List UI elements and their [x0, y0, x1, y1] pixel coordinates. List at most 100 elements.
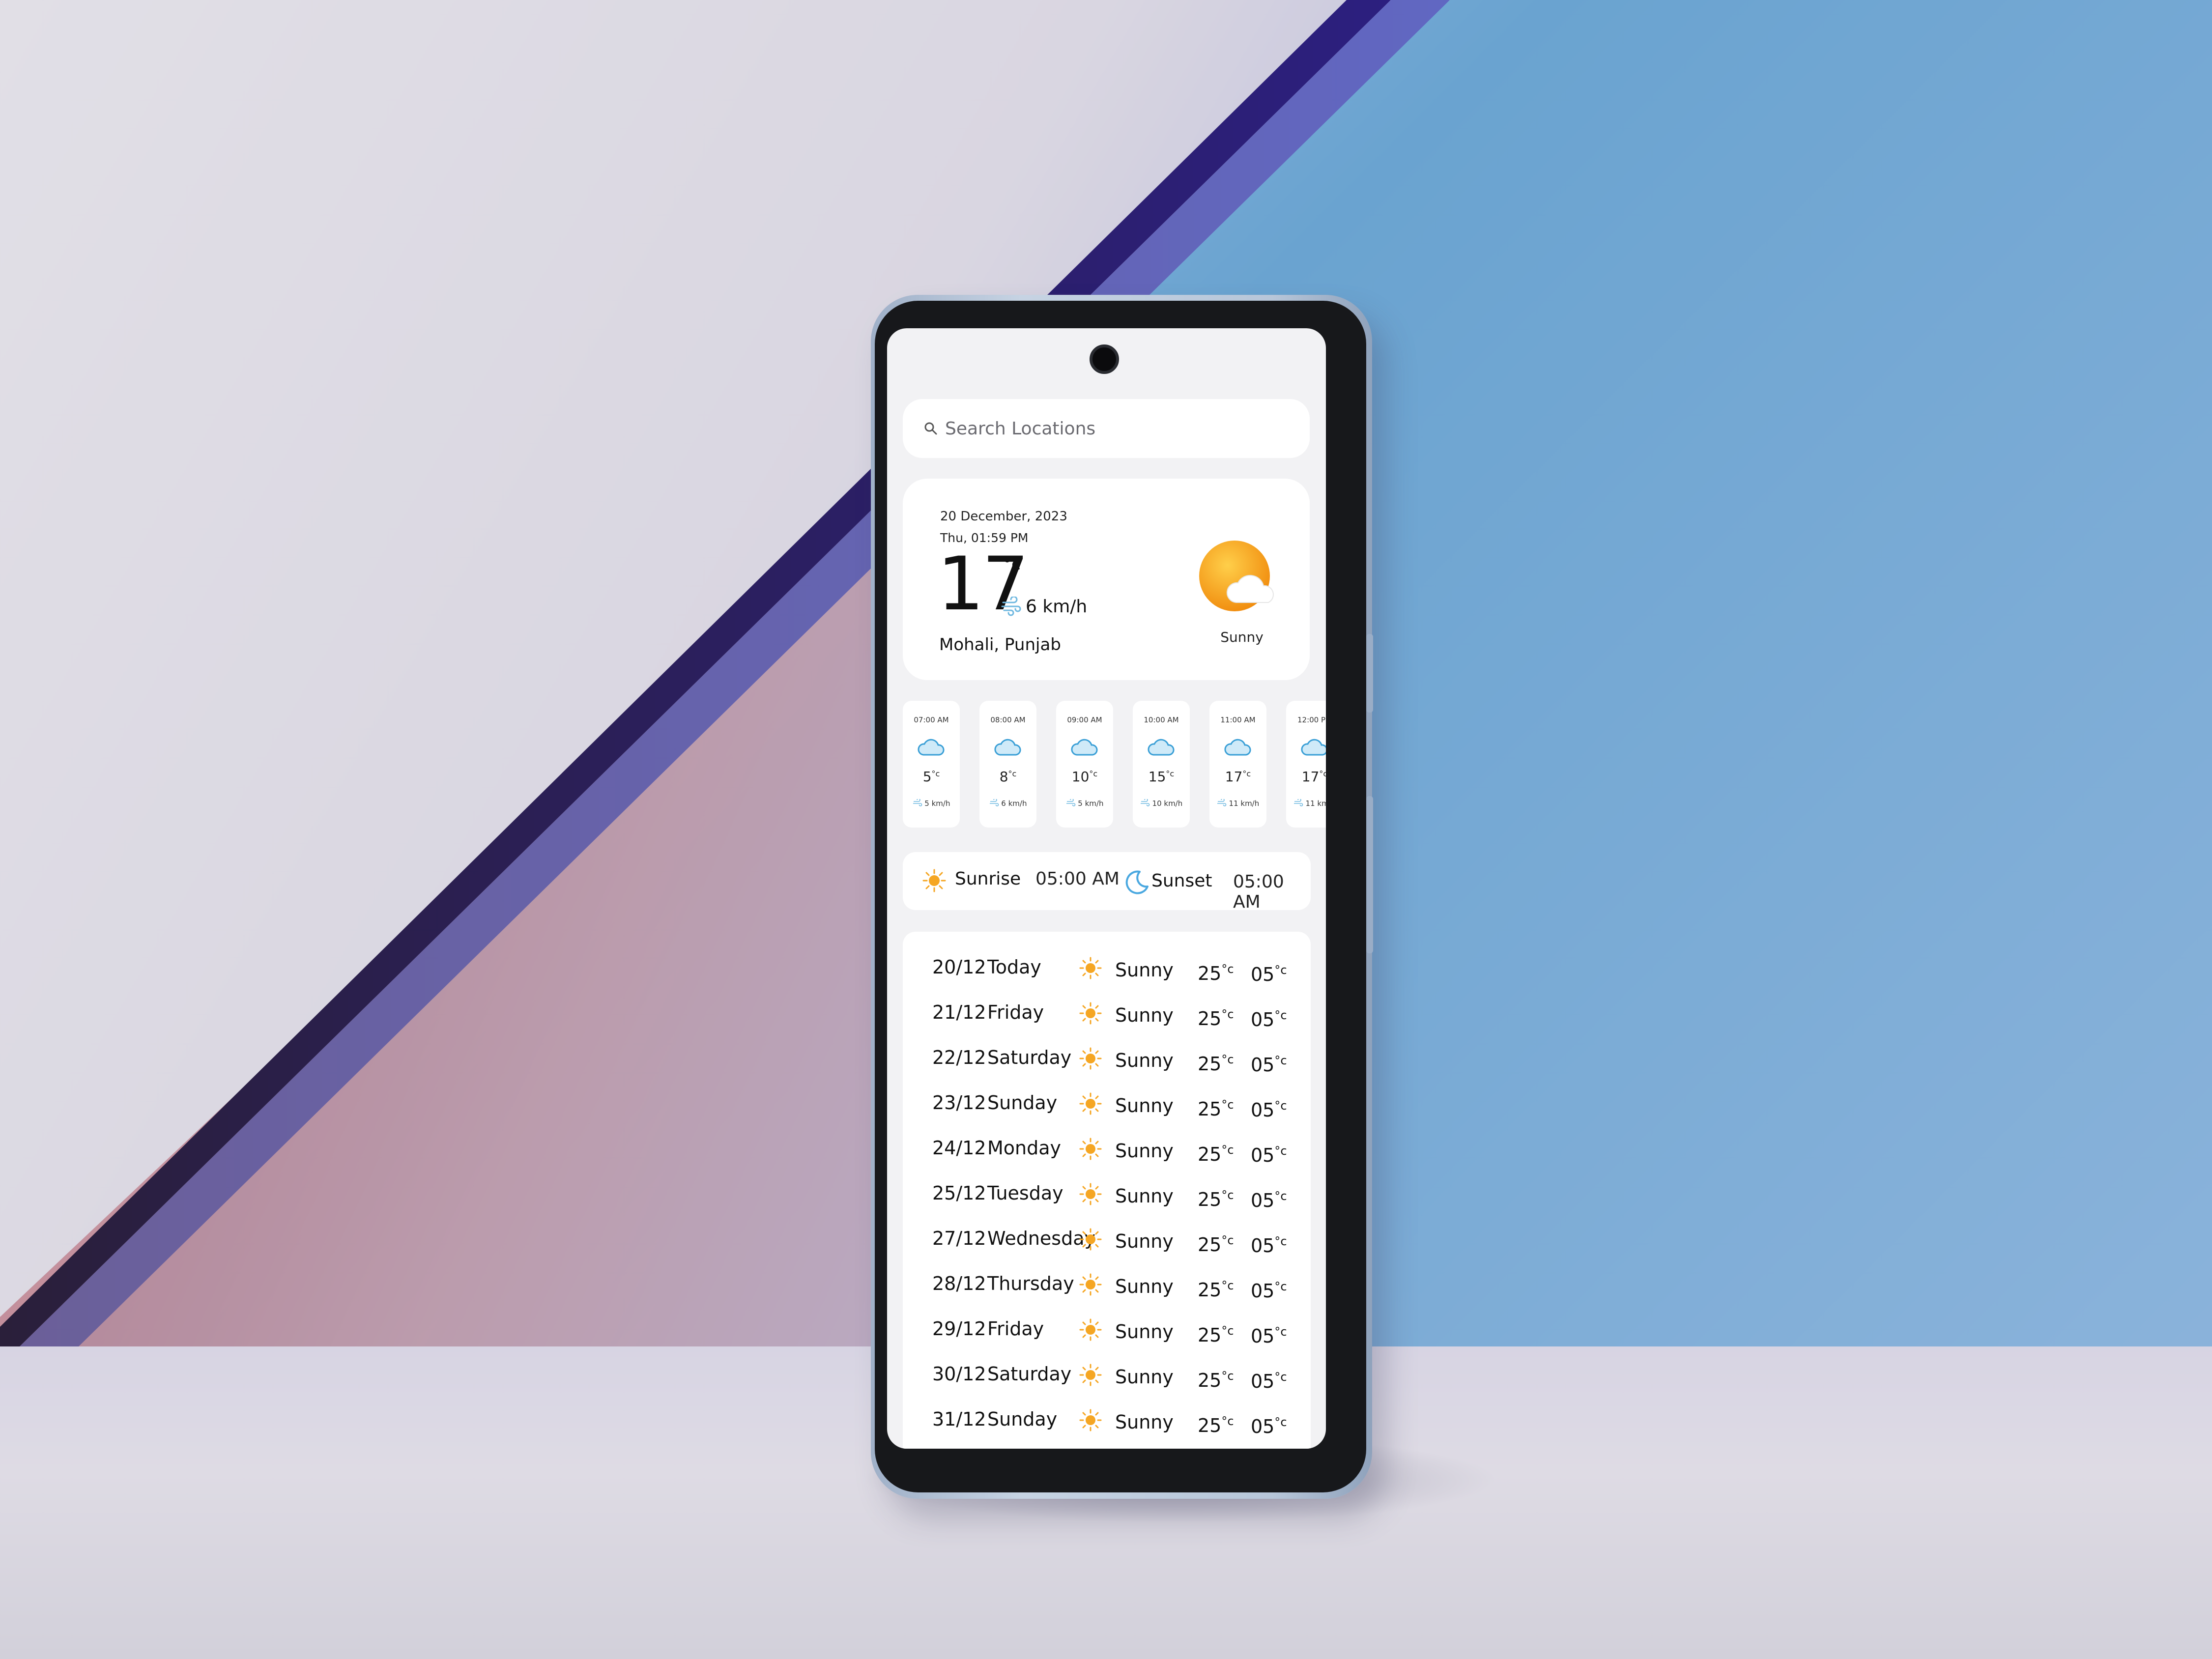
forecast-date: 21/12 — [932, 1001, 986, 1023]
forecast-low-unit: °c — [1274, 1144, 1287, 1158]
hourly-temperature-value: 17 — [1301, 769, 1320, 785]
sun-icon — [1079, 1273, 1102, 1296]
forecast-low-unit: °c — [1274, 1054, 1287, 1067]
forecast-date: 29/12 — [932, 1318, 986, 1340]
forecast-day: Friday — [987, 1001, 1044, 1023]
cloud-icon — [918, 739, 945, 756]
hourly-wind: 5 km/h — [1056, 799, 1113, 808]
forecast-day: Saturday — [987, 1047, 1072, 1068]
forecast-high-unit: °c — [1221, 1143, 1234, 1157]
forecast-row[interactable]: 28/12 Thursday Sunny 25°c 05°c — [903, 1261, 1311, 1306]
forecast-low-unit: °c — [1274, 1234, 1287, 1248]
hourly-wind-speed: 5 km/h — [924, 799, 950, 808]
forecast-high: 25°c — [1198, 962, 1234, 984]
sun-icon — [1079, 1228, 1102, 1251]
forecast-high: 25°c — [1198, 1279, 1234, 1301]
forecast-high-unit: °c — [1221, 1053, 1234, 1066]
hourly-time: 12:00 PM — [1297, 715, 1326, 724]
wind-icon — [1140, 799, 1150, 806]
forecast-day: Today — [987, 956, 1041, 978]
volume-button — [1366, 634, 1373, 713]
forecast-date: 28/12 — [932, 1273, 986, 1294]
hourly-wind-speed: 11 km/h — [1305, 799, 1326, 808]
forecast-day: Sunday — [987, 1408, 1058, 1430]
hourly-card[interactable]: 08:00 AM 8°c 6 km/h — [979, 701, 1036, 828]
forecast-day: Saturday — [987, 1363, 1072, 1385]
forecast-high: 25°c — [1198, 1414, 1234, 1436]
wind-icon — [1293, 799, 1303, 806]
forecast-low-value: 05 — [1251, 1009, 1275, 1030]
daily-forecast-list: 20/12 Today Sunny 25°c 05°c 21/12 Friday Sunny 2… — [903, 932, 1311, 1449]
hourly-wind-speed: 11 km/h — [1229, 799, 1260, 808]
current-wind-speed: 6 km/h — [1026, 597, 1088, 617]
hourly-card[interactable]: 12:00 PM 17°c 11 km/h — [1286, 701, 1326, 828]
forecast-high-unit: °c — [1221, 1098, 1234, 1112]
forecast-row[interactable]: 23/12 Sunday Sunny 25°c 05°c — [903, 1080, 1311, 1125]
hourly-card[interactable]: 11:00 AM 17°c 11 km/h — [1209, 701, 1266, 828]
forecast-date: 20/12 — [932, 956, 986, 978]
forecast-high-value: 25 — [1198, 1053, 1222, 1075]
forecast-low: 05°c — [1251, 1280, 1287, 1302]
forecast-low: 05°c — [1251, 1234, 1287, 1257]
forecast-low-unit: °c — [1274, 963, 1287, 977]
forecast-high-value: 25 — [1198, 1370, 1222, 1391]
forecast-row[interactable]: 30/12 Saturday Sunny 25°c 05°c — [903, 1351, 1311, 1397]
forecast-row[interactable]: 21/12 Friday Sunny 25°c 05°c — [903, 990, 1311, 1035]
forecast-high: 25°c — [1198, 1233, 1234, 1256]
forecast-high: 25°c — [1198, 1053, 1234, 1075]
forecast-high: 25°c — [1198, 1369, 1234, 1391]
hourly-card[interactable]: 10:00 AM 15°c 10 km/h — [1133, 701, 1190, 828]
forecast-condition: Sunny — [1115, 1185, 1174, 1207]
forecast-row[interactable]: 29/12 Friday Sunny 25°c 05°c — [903, 1306, 1311, 1351]
forecast-low-value: 05 — [1251, 1099, 1275, 1121]
forecast-condition: Sunny — [1115, 1321, 1174, 1343]
forecast-low-unit: °c — [1274, 1415, 1287, 1429]
forecast-high-value: 25 — [1198, 1098, 1222, 1120]
forecast-date: 25/12 — [932, 1182, 986, 1204]
forecast-row[interactable]: 22/12 Saturday Sunny 25°c 05°c — [903, 1035, 1311, 1080]
forecast-high-unit: °c — [1221, 1233, 1234, 1247]
forecast-low-value: 05 — [1251, 1190, 1275, 1211]
forecast-low-unit: °c — [1274, 1325, 1287, 1339]
forecast-row[interactable]: 27/12 Wednesday Sunny 25°c 05°c — [903, 1216, 1311, 1261]
hourly-temperature: 5°c — [903, 769, 960, 785]
hourly-temperature-unit: °c — [1089, 769, 1098, 778]
sunrise-time: 05:00 AM — [1035, 869, 1120, 889]
forecast-row[interactable]: 25/12 Tuesday Sunny 25°c 05°c — [903, 1171, 1311, 1216]
forecast-row[interactable]: 20/12 Today Sunny 25°c 05°c — [903, 944, 1311, 990]
cloud-icon — [1224, 739, 1251, 756]
sun-icon — [1079, 1138, 1102, 1160]
hourly-card[interactable]: 07:00 AM 5°c 5 km/h — [903, 701, 960, 828]
hourly-wind: 10 km/h — [1133, 799, 1190, 808]
wind-icon — [1066, 799, 1075, 806]
hourly-temperature-value: 17 — [1225, 769, 1243, 785]
sunrise-label: Sunrise — [955, 869, 1021, 889]
hourly-temperature-unit: °c — [1319, 769, 1326, 778]
sun-cloud-icon — [1199, 541, 1274, 611]
forecast-high-value: 25 — [1198, 1144, 1222, 1165]
forecast-high: 25°c — [1198, 1324, 1234, 1346]
forecast-day: Monday — [987, 1137, 1062, 1159]
hourly-time: 08:00 AM — [990, 715, 1026, 724]
forecast-date: 31/12 — [932, 1408, 986, 1430]
forecast-row[interactable]: 24/12 Monday Sunny 25°c 05°c — [903, 1125, 1311, 1171]
forecast-high-unit: °c — [1221, 962, 1234, 976]
hourly-card[interactable]: 09:00 AM 10°c 5 km/h — [1056, 701, 1113, 828]
forecast-row[interactable]: 31/12 Sunday Sunny 25°c 05°c — [903, 1397, 1311, 1442]
forecast-low-unit: °c — [1274, 1189, 1287, 1203]
moon-icon — [1125, 870, 1149, 894]
search-input[interactable] — [944, 418, 1290, 439]
sunset-time: 05:00 AM — [1233, 872, 1284, 912]
hourly-temperature-value: 8 — [999, 769, 1008, 785]
forecast-high: 25°c — [1198, 1143, 1234, 1165]
hourly-wind: 5 km/h — [903, 799, 960, 808]
forecast-high-unit: °c — [1221, 1324, 1234, 1338]
forecast-high-value: 25 — [1198, 1415, 1222, 1436]
current-date: 20 December, 2023 — [940, 509, 1067, 524]
forecast-low-value: 05 — [1251, 1054, 1275, 1076]
sun-icon — [1079, 1409, 1102, 1431]
search-bar[interactable] — [903, 399, 1310, 458]
hourly-wind-speed: 6 km/h — [1001, 799, 1027, 808]
forecast-condition: Sunny — [1115, 959, 1174, 981]
forecast-condition: Sunny — [1115, 1411, 1174, 1433]
